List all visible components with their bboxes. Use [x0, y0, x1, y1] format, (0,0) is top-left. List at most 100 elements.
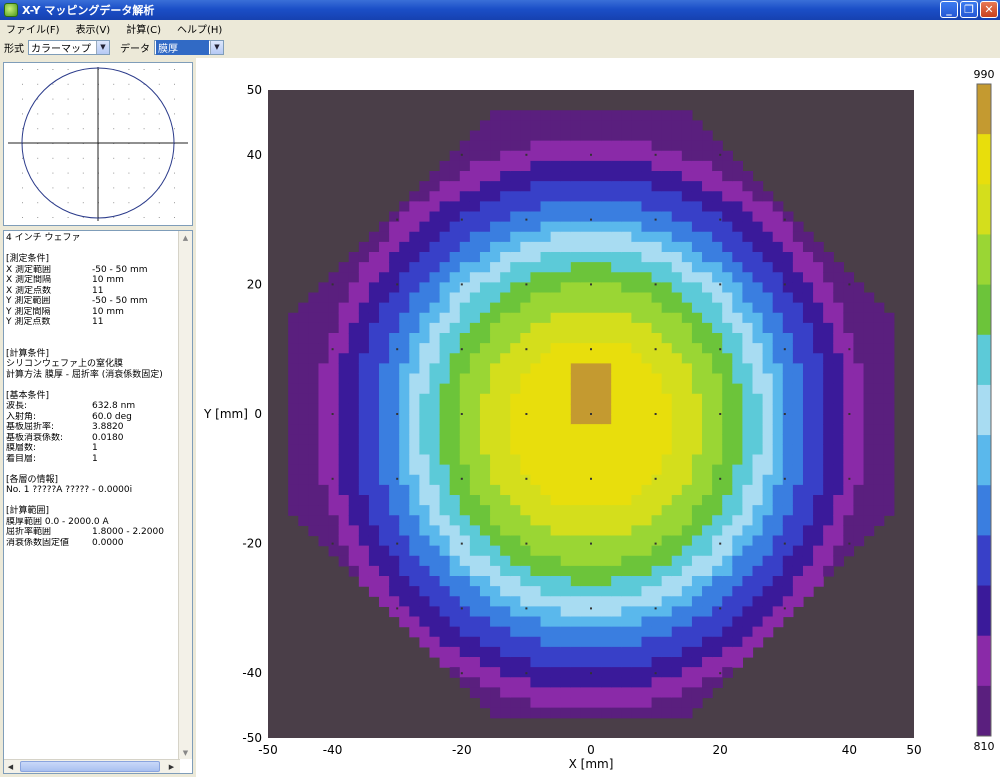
- measurement-point: [396, 542, 399, 545]
- heatmap-cell: [358, 414, 370, 425]
- heatmap-cell: [570, 211, 582, 223]
- menu-help[interactable]: ヘルプ(H): [175, 21, 224, 36]
- scroll-left-icon[interactable]: ◀: [4, 760, 17, 773]
- heatmap-cell: [500, 424, 511, 435]
- heatmap-cell: [722, 515, 733, 526]
- info-vertical-scrollbar[interactable]: ▲ ▼: [178, 231, 192, 759]
- menu-calc[interactable]: 計算(C): [124, 21, 163, 36]
- heatmap-cell: [681, 333, 693, 344]
- heatmap-cell: [691, 545, 703, 557]
- heatmap-cell: [500, 596, 511, 607]
- heatmap-cell: [702, 687, 713, 699]
- menu-file[interactable]: ファイル(F): [4, 21, 62, 36]
- heatmap-cell: [883, 333, 895, 344]
- heatmap-cell: [601, 160, 612, 172]
- heatmap-cell: [621, 515, 632, 526]
- heatmap-cell: [540, 586, 552, 597]
- heatmap-cell: [520, 646, 532, 658]
- heatmap-cell: [752, 586, 764, 597]
- heatmap-cell: [550, 677, 562, 688]
- heatmap-cell: [833, 383, 844, 395]
- heatmap-cell: [651, 677, 663, 688]
- heatmap-cell: [510, 474, 521, 486]
- heatmap-cell: [348, 373, 360, 385]
- heatmap-cell: [661, 191, 673, 202]
- heatmap-cell: [318, 484, 330, 496]
- heatmap-cell: [712, 272, 723, 283]
- heatmap-cell: [813, 495, 824, 506]
- heatmap-cell: [813, 525, 824, 537]
- heatmap-cell: [752, 424, 764, 435]
- heatmap-cell: [863, 353, 875, 364]
- heatmap-cell: [409, 464, 421, 476]
- heatmap-cell: [752, 262, 764, 273]
- heatmap-cell: [500, 302, 511, 314]
- heatmap-cell: [500, 272, 511, 283]
- menu-view[interactable]: 表示(V): [74, 21, 113, 36]
- heatmap-cell: [510, 231, 521, 243]
- chevron-down-icon[interactable]: ▼: [210, 40, 223, 54]
- heatmap-cell: [510, 252, 521, 263]
- heatmap-cell: [419, 484, 431, 496]
- range-row: 屈折率範囲 1.8000 - 2.2000: [6, 527, 178, 538]
- heatmap-cell: [691, 383, 703, 395]
- heatmap-cell: [328, 272, 340, 283]
- heatmap-cell: [389, 565, 400, 577]
- heatmap-cell: [631, 130, 643, 142]
- data-select[interactable]: 膜厚 ▼: [154, 39, 224, 55]
- heatmap-cell: [560, 241, 572, 253]
- heatmap-cell: [621, 383, 632, 395]
- heatmap-cell: [520, 333, 532, 344]
- heatmap-cell: [681, 241, 693, 253]
- info-horizontal-scrollbar[interactable]: ◀ ▶: [4, 759, 180, 773]
- heatmap-cell: [651, 474, 663, 486]
- heatmap-cell: [479, 241, 491, 253]
- heatmap-cell: [368, 333, 380, 344]
- heatmap-cell: [802, 495, 814, 506]
- heatmap-cell: [752, 525, 764, 537]
- chevron-down-icon[interactable]: ▼: [96, 40, 109, 54]
- heatmap-cell: [570, 444, 582, 456]
- heatmap-cell: [449, 596, 461, 607]
- heatmap-cell: [742, 383, 754, 395]
- heatmap-cell: [550, 454, 562, 466]
- heatmap-cell: [389, 241, 400, 253]
- heatmap-cell: [641, 667, 653, 678]
- heatmap-cell: [510, 414, 521, 425]
- heatmap-cell: [520, 171, 532, 182]
- scroll-thumb[interactable]: [20, 761, 160, 772]
- minimize-button[interactable]: _: [940, 1, 958, 18]
- heatmap-cell: [742, 393, 754, 405]
- scroll-right-icon[interactable]: ▶: [165, 760, 178, 773]
- heatmap-cell: [591, 484, 602, 496]
- heatmap-cell: [621, 272, 632, 283]
- heatmap-cell: [520, 586, 532, 597]
- layer-header: [各層の情報]: [6, 474, 59, 485]
- heatmap-cell: [762, 363, 774, 375]
- heatmap-cell: [802, 292, 814, 304]
- heatmap-cell: [490, 606, 501, 618]
- heatmap-cell: [409, 515, 421, 526]
- heatmap-cell: [550, 211, 562, 223]
- heatmap-cell: [601, 302, 612, 314]
- format-select[interactable]: カラーマップ ▼: [28, 39, 110, 55]
- heatmap-cell: [702, 464, 713, 476]
- scroll-down-icon[interactable]: ▼: [179, 746, 192, 759]
- close-button[interactable]: ✕: [980, 1, 998, 18]
- heatmap-cell: [368, 252, 380, 263]
- heatmap-cell: [530, 110, 542, 121]
- heatmap-cell: [762, 241, 774, 253]
- heatmap-cell: [641, 657, 653, 668]
- heatmap-cell: [621, 474, 632, 486]
- heatmap-cell: [570, 636, 582, 648]
- heatmap-cell: [802, 333, 814, 344]
- heatmap-cell: [601, 474, 612, 486]
- heatmap-cell: [833, 515, 844, 526]
- restore-button[interactable]: ❐: [960, 1, 978, 18]
- heatmap-cell: [469, 464, 481, 476]
- scroll-up-icon[interactable]: ▲: [179, 231, 192, 244]
- heatmap-cell: [792, 403, 804, 415]
- heatmap-cell: [479, 333, 491, 344]
- heatmap-cell: [479, 221, 491, 233]
- heatmap-cell: [389, 474, 400, 486]
